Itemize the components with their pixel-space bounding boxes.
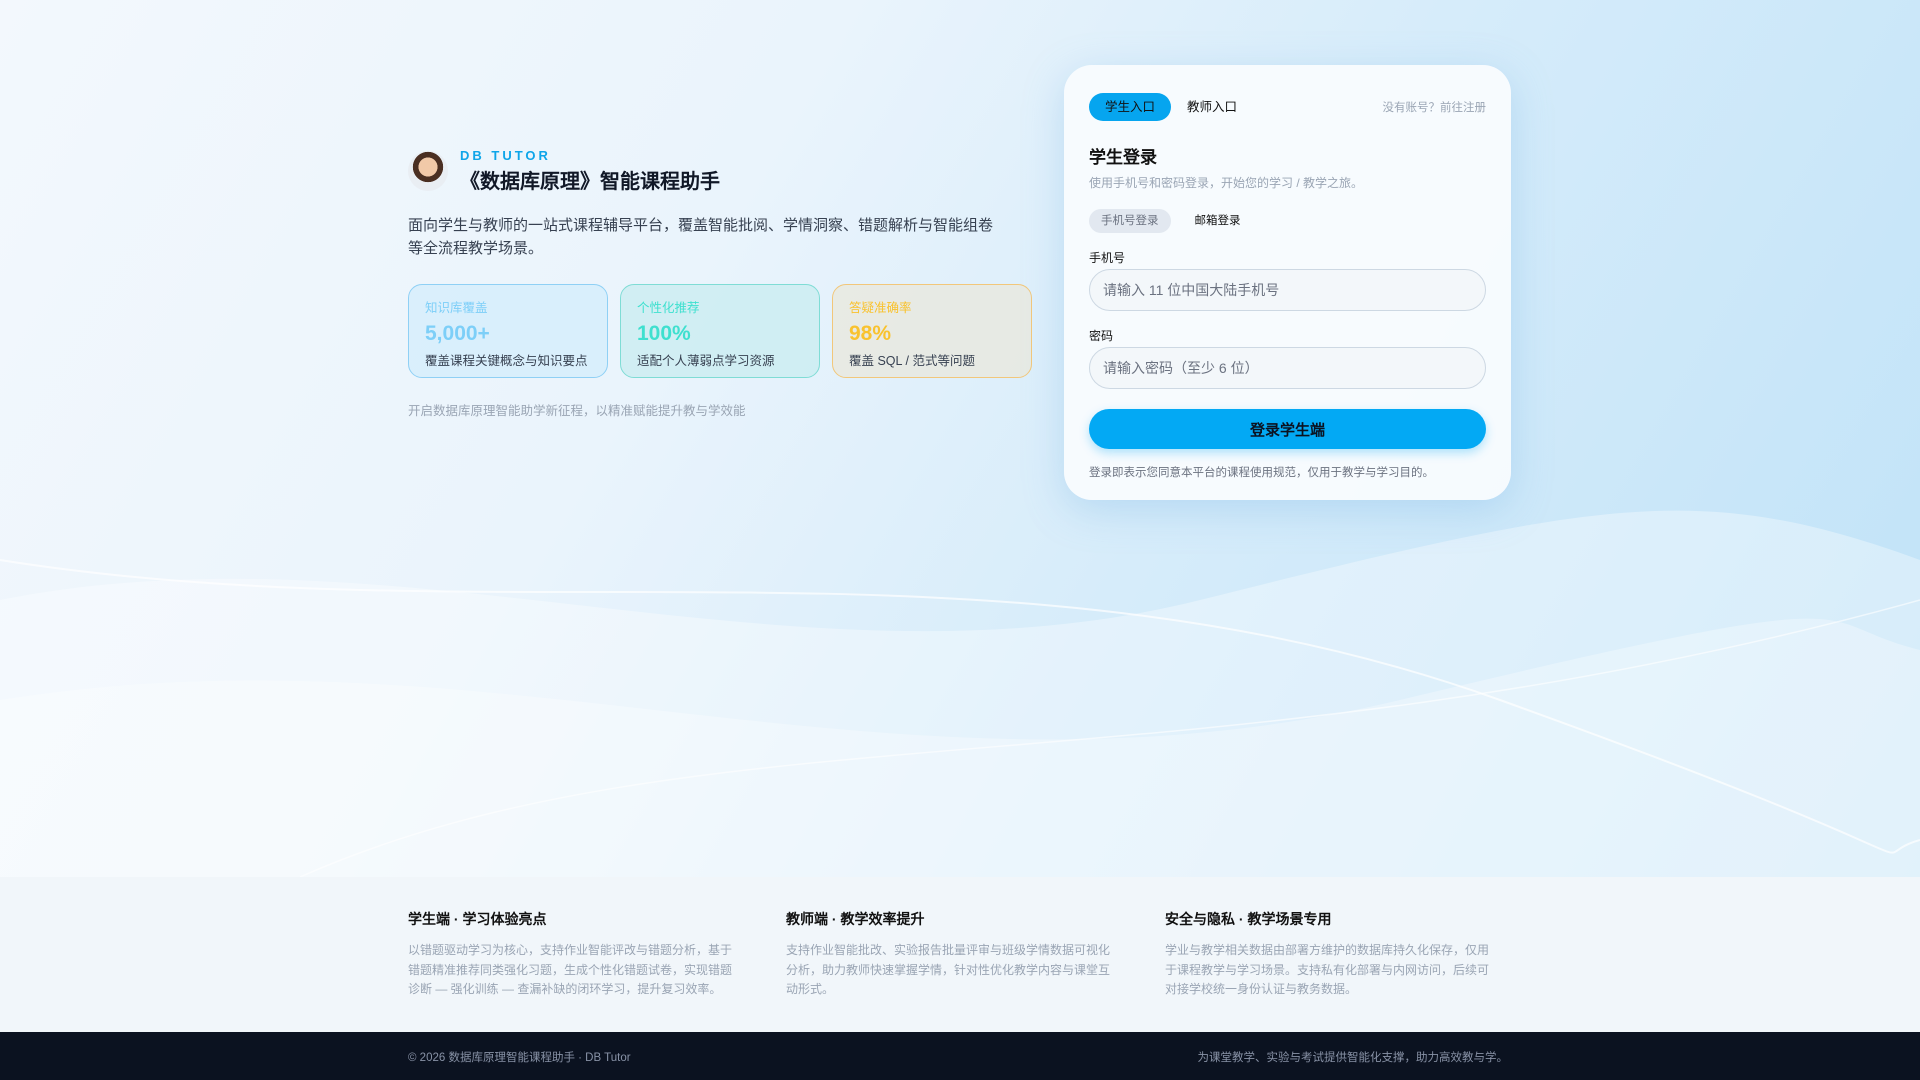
- feature-item: 安全与隐私 · 教学场景专用学业与教学相关数据由部署方维护的数据库持久化保存，仅…: [1165, 909, 1500, 1000]
- tagline: 开启数据库原理智能助学新征程，以精准赋能提升教与学效能: [408, 404, 746, 418]
- stat-value: 100%: [637, 322, 691, 345]
- features-section: 学生端 · 学习体验亮点以错题驱动学习为核心，支持作业智能评改与错题分析，基于错…: [0, 877, 1920, 1032]
- footer-copyright: © 2026 数据库原理智能课程助手 · DB Tutor: [408, 1052, 631, 1064]
- stat-value: 5,000+: [425, 322, 490, 345]
- method-email[interactable]: 邮箱登录: [1183, 209, 1253, 233]
- password-input[interactable]: [1089, 347, 1486, 389]
- feature-text: 学业与教学相关数据由部署方维护的数据库持久化保存，仅用于课程教学与学习场景。支持…: [1165, 943, 1490, 996]
- stat-card: 知识库覆盖 5,000+ 覆盖课程关键概念与知识要点: [408, 284, 608, 378]
- avatar: [408, 151, 448, 191]
- login-card: 学生入口 教师入口 没有账号？前往注册 学生登录 使用手机号和密码登录，开始您的…: [1064, 65, 1511, 500]
- feature-text: 支持作业智能批改、实验报告批量评审与班级学情数据可视化分析，助力教师快速掌握学情…: [786, 943, 1111, 996]
- hero-section: DB TUTOR 《数据库原理》智能课程助手 面向学生与教师的一站式课程辅导平台…: [0, 0, 1920, 877]
- login-subtitle: 使用手机号和密码登录，开始您的学习 / 教学之旅。: [1089, 176, 1364, 190]
- stat-label: 知识库覆盖: [425, 301, 488, 315]
- stat-value: 98%: [849, 322, 892, 345]
- feature-item: 学生端 · 学习体验亮点以错题驱动学习为核心，支持作业智能评改与错题分析，基于错…: [408, 909, 743, 1000]
- feature-title: 教师端 · 教学效率提升: [786, 911, 925, 927]
- footer: © 2026 数据库原理智能课程助手 · DB Tutor 为课堂教学、实验与考…: [0, 1032, 1920, 1080]
- phone-input[interactable]: [1089, 269, 1486, 311]
- password-label: 密码: [1089, 329, 1114, 343]
- stat-label: 个性化推荐: [637, 301, 700, 315]
- feature-text: 以错题驱动学习为核心，支持作业智能评改与错题分析，基于错题精准推荐同类强化习题，…: [408, 943, 733, 996]
- stat-card: 个性化推荐 100% 适配个人薄弱点学习资源: [620, 284, 820, 378]
- wave-background: [0, 510, 1920, 877]
- stat-card: 答疑准确率 98% 覆盖 SQL / 范式等问题: [832, 284, 1032, 378]
- stat-label: 答疑准确率: [849, 301, 912, 315]
- terms-text: 登录即表示您同意本平台的课程使用规范，仅用于教学与学习目的。: [1089, 467, 1434, 479]
- register-link[interactable]: 没有账号？前往注册: [1383, 99, 1487, 115]
- phone-label: 手机号: [1089, 251, 1126, 265]
- login-title: 学生登录: [1089, 148, 1157, 167]
- brand-subtitle: DB TUTOR: [460, 148, 551, 163]
- hero-description: 面向学生与教师的一站式课程辅导平台，覆盖智能批阅、学情洞察、错题解析与智能组卷等…: [408, 217, 994, 257]
- method-phone[interactable]: 手机号登录: [1089, 209, 1171, 233]
- brand: DB TUTOR 《数据库原理》智能课程助手: [408, 148, 720, 194]
- feature-title: 学生端 · 学习体验亮点: [408, 911, 547, 927]
- stat-desc: 适配个人薄弱点学习资源: [637, 354, 775, 368]
- stat-desc: 覆盖课程关键概念与知识要点: [425, 354, 588, 368]
- tab-teacher[interactable]: 教师入口: [1171, 93, 1253, 121]
- tab-student[interactable]: 学生入口: [1089, 93, 1172, 121]
- feature-title: 安全与隐私 · 教学场景专用: [1165, 911, 1332, 927]
- footer-slogan: 为课堂教学、实验与考试提供智能化支撑，助力高效教与学。: [1197, 1052, 1509, 1064]
- stat-desc: 覆盖 SQL / 范式等问题: [849, 354, 975, 368]
- feature-item: 教师端 · 教学效率提升支持作业智能批改、实验报告批量评审与班级学情数据可视化分…: [786, 909, 1121, 1000]
- login-button[interactable]: 登录学生端: [1089, 409, 1486, 449]
- brand-title: 《数据库原理》智能课程助手: [460, 171, 720, 193]
